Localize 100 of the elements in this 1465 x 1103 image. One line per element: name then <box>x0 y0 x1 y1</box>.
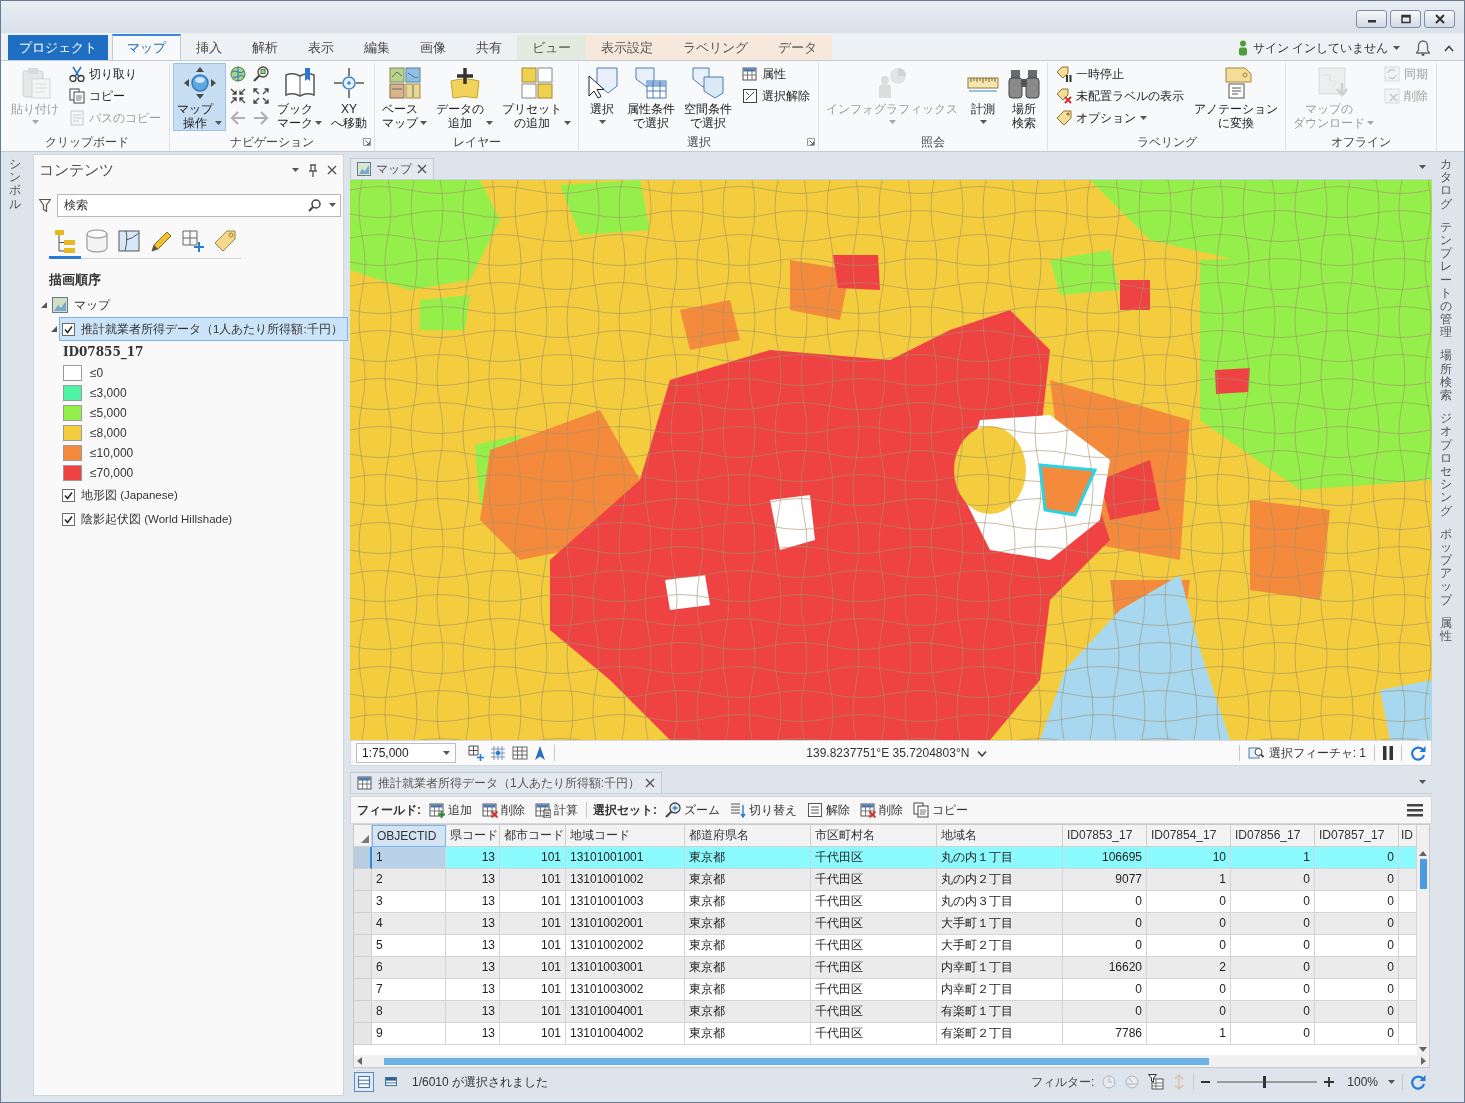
selected-features-button[interactable]: 選択フィーチャ: 1 <box>1247 744 1366 762</box>
table-row[interactable]: 8 13 101 13101004001 東京都 千代田区 有楽町１丁目 0 0 0 0 <box>354 1001 1417 1023</box>
north-arrow-icon[interactable] <box>534 745 546 761</box>
close-icon[interactable] <box>327 165 337 175</box>
close-icon[interactable] <box>417 164 427 174</box>
ribbon-tab[interactable]: 画像 <box>405 35 461 60</box>
layer-item[interactable]: 地形図 (Japanese) <box>59 483 343 507</box>
ribbon-button[interactable]: プリセットの追加 <box>498 63 575 131</box>
ribbon-button[interactable]: 計測 <box>963 63 1003 131</box>
ribbon-button[interactable]: 切り取り <box>64 63 166 85</box>
ribbon-tab[interactable]: 共有 <box>461 35 517 60</box>
toolbar-button[interactable]: 削除 <box>480 801 527 819</box>
checkbox[interactable] <box>62 322 75 336</box>
toolbar-button[interactable]: コピー <box>911 801 970 819</box>
toolbar-button[interactable]: 切り替え <box>728 801 799 819</box>
inward-arrows-icon[interactable] <box>230 88 246 104</box>
table-row[interactable]: 4 13 101 13101002001 東京都 千代田区 大手町１丁目 0 0 0 0 <box>354 913 1417 935</box>
magnifier-icon[interactable] <box>253 66 269 82</box>
account-button[interactable]: サイン インしていません <box>1233 36 1404 60</box>
checkbox[interactable] <box>62 512 75 526</box>
caret-icon[interactable] <box>292 168 299 172</box>
search-icon[interactable] <box>308 198 321 212</box>
map-item[interactable]: マップ <box>49 293 343 317</box>
caret-icon[interactable] <box>1419 779 1426 784</box>
side-pane-tab[interactable]: ジオプロセシング <box>1440 412 1452 518</box>
filter-icon[interactable] <box>39 198 51 212</box>
ribbon-button[interactable]: マップ操作 <box>173 63 226 131</box>
horizontal-scrollbar[interactable] <box>354 1055 1429 1067</box>
restore-button[interactable] <box>1390 10 1421 28</box>
ribbon-button[interactable]: XYへ移動 <box>327 63 371 131</box>
table-row[interactable]: 1 13 101 13101001001 東京都 千代田区 丸の内１丁目 106695 10 1 0 <box>354 847 1417 869</box>
table-grid-icon[interactable] <box>512 745 528 761</box>
ribbon-tab[interactable]: 解析 <box>237 35 293 60</box>
ribbon-button[interactable]: アノテーションに変換 <box>1190 63 1282 131</box>
side-pane-tab[interactable]: シンボル <box>9 158 21 211</box>
ribbon-button[interactable]: ベースマップ <box>378 63 431 131</box>
refresh-icon[interactable] <box>1410 745 1426 761</box>
toolbar-button[interactable]: ズーム <box>663 801 722 819</box>
ribbon-button[interactable]: オプション <box>1051 107 1189 129</box>
notification-bell-icon[interactable] <box>1416 40 1430 56</box>
scrollbar-thumb[interactable] <box>1419 859 1427 889</box>
minimize-button[interactable] <box>1356 10 1387 28</box>
plus-icon[interactable] <box>1324 1077 1335 1087</box>
close-icon[interactable] <box>645 778 655 788</box>
pin-icon[interactable] <box>308 163 318 177</box>
grid-plus-icon[interactable] <box>468 745 484 761</box>
ribbon-tab[interactable]: ラベリング <box>668 35 763 60</box>
close-button[interactable] <box>1424 10 1455 28</box>
ribbon-button[interactable]: 属性 <box>737 63 815 85</box>
caret-icon[interactable] <box>329 203 336 207</box>
vertical-scrollbar[interactable] <box>1417 825 1429 1055</box>
expand-triangle-icon[interactable] <box>51 326 57 332</box>
table-row[interactable]: 7 13 101 13101003002 東京都 千代田区 内幸町２丁目 0 0 0 0 <box>354 979 1417 1001</box>
table-row[interactable]: 5 13 101 13101002002 東京都 千代田区 大手町２丁目 0 0 0 0 <box>354 935 1417 957</box>
ribbon-tab[interactable]: 編集 <box>349 35 405 60</box>
grid-dot-icon[interactable] <box>490 745 506 761</box>
ribbon-tab[interactable]: 挿入 <box>181 35 237 60</box>
ribbon-tab[interactable]: プロジェクト <box>8 35 108 60</box>
table-rows-icon[interactable] <box>354 1072 374 1092</box>
side-pane-tab[interactable]: 属性 <box>1440 616 1452 644</box>
menu-icon[interactable] <box>1407 803 1423 817</box>
toolbar-button[interactable]: 追加 <box>427 801 474 819</box>
ribbon-button[interactable]: 空間条件で選択 <box>680 63 736 131</box>
map-drawing[interactable] <box>350 180 1432 740</box>
toolbar-button[interactable]: 解除 <box>805 801 852 819</box>
ribbon-tab[interactable]: 表示 <box>293 35 349 60</box>
ribbon-button[interactable]: 未配置ラベルの表示 <box>1051 85 1189 107</box>
side-pane-tab[interactable]: テンプレートの管理 <box>1440 220 1452 340</box>
ribbon-button[interactable]: 一時停止 <box>1051 63 1189 85</box>
map-tab[interactable]: マップ <box>350 158 434 179</box>
table-tab[interactable]: 推計就業者所得データ（1人あたり所得額:千円） <box>350 772 662 793</box>
ribbon-button[interactable]: 選択解除 <box>737 85 815 107</box>
table-row[interactable]: 9 13 101 13101004002 東京都 千代田区 有楽町２丁目 7786 1 0 0 <box>354 1023 1417 1045</box>
column-header[interactable]: OBJECTID <box>372 825 446 847</box>
scale-field[interactable]: 1:75,000 <box>356 743 456 763</box>
side-pane-tab[interactable]: ポップアップ <box>1440 527 1452 607</box>
table-row[interactable]: 2 13 101 13101001002 東京都 千代田区 丸の内２丁目 9077 1 0 0 <box>354 869 1417 891</box>
layer-item[interactable]: 陰影起伏図 (World Hillshade) <box>59 507 343 531</box>
outward-arrows-icon[interactable] <box>253 88 269 104</box>
ribbon-button[interactable]: コピー <box>64 85 166 107</box>
dialog-launcher-icon[interactable] <box>807 138 815 146</box>
ribbon-tab[interactable]: ビュー <box>517 35 586 60</box>
side-pane-tab[interactable]: カタログ <box>1440 158 1452 211</box>
ribbon-button[interactable]: データの追加 <box>432 63 497 131</box>
scrollbar-thumb[interactable] <box>384 1057 1209 1065</box>
chevron-down-icon[interactable] <box>977 749 988 757</box>
zoom-level-dropdown[interactable]: 100% <box>1347 1075 1395 1089</box>
ribbon-button[interactable]: 属性条件で選択 <box>623 63 679 131</box>
layer-item[interactable]: 推計就業者所得データ（1人あたり所得額:千円） <box>59 317 348 341</box>
slider-thumb[interactable] <box>1263 1076 1267 1088</box>
ribbon-button[interactable]: 選択 <box>582 63 622 131</box>
chevron-up-icon[interactable] <box>1444 44 1454 52</box>
ribbon-tab[interactable]: マップ <box>112 34 181 60</box>
ribbon-button[interactable]: 場所検索 <box>1004 63 1044 131</box>
toolbar-button[interactable]: 削除 <box>858 801 905 819</box>
side-pane-tab[interactable]: 場所検索 <box>1440 349 1452 403</box>
pause-icon[interactable] <box>1383 746 1393 760</box>
table-row[interactable]: 6 13 101 13101003001 東京都 千代田区 内幸町１丁目 16620 2 0 0 <box>354 957 1417 979</box>
expand-triangle-icon[interactable] <box>41 302 47 308</box>
search-field[interactable]: 検索 <box>57 193 341 217</box>
